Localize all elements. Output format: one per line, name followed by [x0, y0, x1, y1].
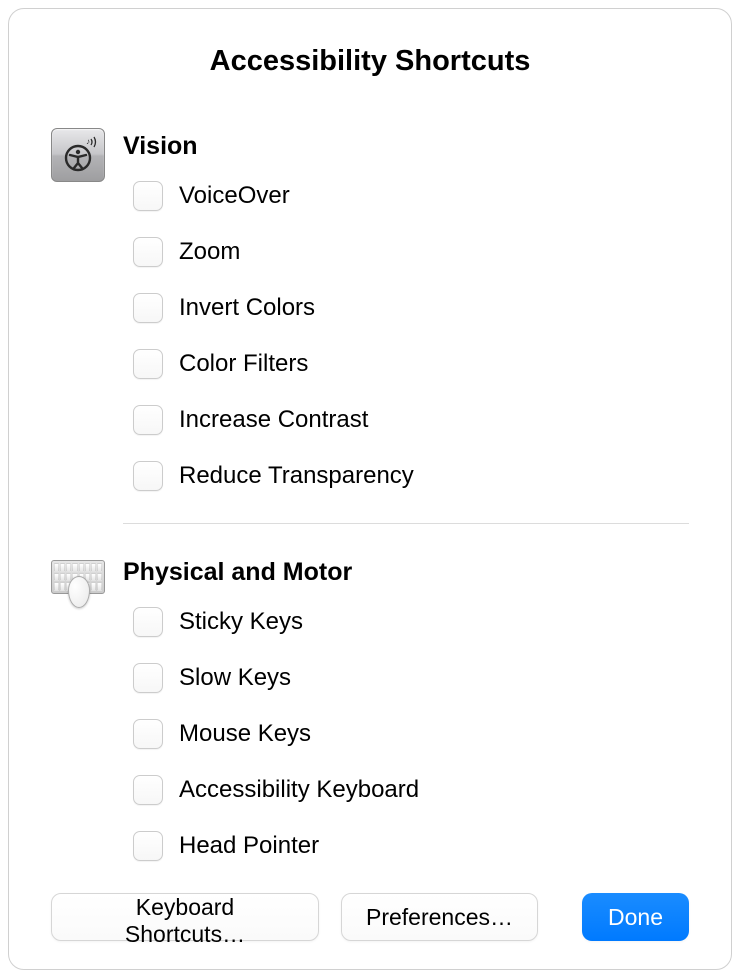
checkbox-voiceover[interactable]	[133, 181, 163, 211]
footer-buttons: Keyboard Shortcuts… Preferences… Done	[51, 877, 689, 941]
option-zoom: Zoom	[133, 237, 689, 267]
label-reduce-transparency: Reduce Transparency	[179, 462, 414, 490]
section-physical-motor: Physical and Motor Sticky Keys Slow Keys…	[51, 550, 689, 877]
label-accessibility-keyboard: Accessibility Keyboard	[179, 776, 419, 804]
checkbox-increase-contrast[interactable]	[133, 405, 163, 435]
label-mouse-keys: Mouse Keys	[179, 720, 311, 748]
checkbox-mouse-keys[interactable]	[133, 719, 163, 749]
svg-text:♪: ♪	[86, 137, 90, 146]
label-slow-keys: Slow Keys	[179, 664, 291, 692]
option-head-pointer: Head Pointer	[133, 831, 689, 861]
label-head-pointer: Head Pointer	[179, 832, 319, 860]
section-physical-title: Physical and Motor	[123, 558, 689, 587]
checkbox-slow-keys[interactable]	[133, 663, 163, 693]
accessibility-icon: ♪	[51, 128, 105, 182]
option-color-filters: Color Filters	[133, 349, 689, 379]
option-accessibility-keyboard: Accessibility Keyboard	[133, 775, 689, 805]
preferences-button[interactable]: Preferences…	[341, 893, 538, 941]
label-zoom: Zoom	[179, 238, 240, 266]
keyboard-shortcuts-button[interactable]: Keyboard Shortcuts…	[51, 893, 319, 941]
checkbox-zoom[interactable]	[133, 237, 163, 267]
label-invert-colors: Invert Colors	[179, 294, 315, 322]
accessibility-shortcuts-window: Accessibility Shortcuts ♪ Vision	[8, 8, 732, 970]
checkbox-head-pointer[interactable]	[133, 831, 163, 861]
option-mouse-keys: Mouse Keys	[133, 719, 689, 749]
option-reduce-transparency: Reduce Transparency	[133, 461, 689, 491]
sections-container: ♪ Vision VoiceOver Zoom	[51, 124, 689, 877]
option-voiceover: VoiceOver	[133, 181, 689, 211]
option-slow-keys: Slow Keys	[133, 663, 689, 693]
label-voiceover: VoiceOver	[179, 182, 290, 210]
option-sticky-keys: Sticky Keys	[133, 607, 689, 637]
checkbox-sticky-keys[interactable]	[133, 607, 163, 637]
section-vision-body: Vision VoiceOver Zoom Invert Colors Colo…	[123, 124, 689, 509]
option-increase-contrast: Increase Contrast	[133, 405, 689, 435]
label-sticky-keys: Sticky Keys	[179, 608, 303, 636]
checkbox-invert-colors[interactable]	[133, 293, 163, 323]
section-vision: ♪ Vision VoiceOver Zoom	[51, 124, 689, 509]
checkbox-accessibility-keyboard[interactable]	[133, 775, 163, 805]
window-title: Accessibility Shortcuts	[51, 45, 689, 78]
keyboard-mouse-icon	[51, 554, 105, 608]
option-invert-colors: Invert Colors	[133, 293, 689, 323]
section-divider	[123, 523, 689, 524]
section-physical-body: Physical and Motor Sticky Keys Slow Keys…	[123, 550, 689, 877]
section-vision-title: Vision	[123, 132, 689, 161]
label-color-filters: Color Filters	[179, 350, 308, 378]
done-button[interactable]: Done	[582, 893, 689, 941]
checkbox-color-filters[interactable]	[133, 349, 163, 379]
label-increase-contrast: Increase Contrast	[179, 406, 368, 434]
checkbox-reduce-transparency[interactable]	[133, 461, 163, 491]
